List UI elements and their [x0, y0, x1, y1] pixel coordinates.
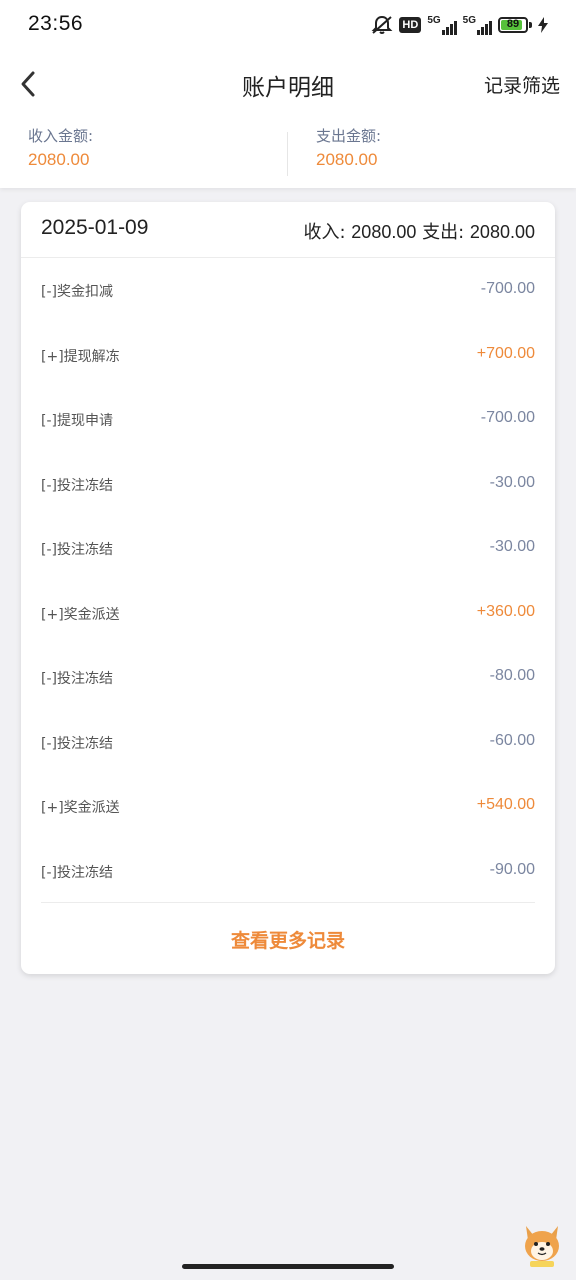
status-time: 23:56	[28, 12, 84, 35]
record-row[interactable]: [-]投注冻结 -30.00	[41, 516, 535, 581]
status-icons: HD 5G 5G 89	[371, 14, 548, 36]
record-amount: -30.00	[489, 473, 535, 491]
record-row[interactable]: [-]投注冻结 -60.00	[41, 710, 535, 775]
more-divider	[41, 902, 535, 903]
record-row[interactable]: [-]投注冻结 -90.00	[41, 839, 535, 904]
day-expense-value: 2080.00	[469, 222, 535, 242]
record-description: [-]提现申请	[41, 413, 113, 429]
record-description: [-]投注冻结	[41, 864, 113, 881]
record-description: [-]奖金扣减	[41, 284, 113, 300]
record-description: [-]投注冻结	[41, 671, 113, 687]
hd-voice-badge: HD	[399, 17, 422, 33]
income-value: 2080.00	[28, 150, 90, 169]
record-row[interactable]: [+]奖金派送 +360.00	[41, 581, 535, 646]
record-row[interactable]: [-]奖金扣减 -700.00	[41, 258, 535, 323]
record-description: [+]奖金派送	[41, 800, 120, 816]
record-amount: -60.00	[489, 731, 535, 749]
day-totals: 收入: 2080.00 支出: 2080.00	[303, 218, 535, 244]
record-amount: -80.00	[489, 667, 535, 684]
record-amount: -700.00	[480, 409, 535, 426]
battery-level: 89	[506, 18, 520, 30]
view-more-records-button[interactable]: 查看更多记录	[21, 926, 555, 953]
record-date: 2025-01-09	[41, 216, 149, 239]
record-list: [-]奖金扣减 -700.00 [+]提现解冻 +700.00 [-]提现申请 …	[41, 258, 535, 903]
expense-summary: 支出金额: 2080.00	[316, 126, 566, 170]
expense-label: 支出金额:	[316, 127, 382, 145]
home-indicator[interactable]	[182, 1264, 394, 1269]
income-summary: 收入金额: 2080.00	[28, 126, 278, 170]
record-description: [-]投注冻结	[41, 735, 113, 752]
record-description: [-]投注冻结	[41, 477, 113, 494]
battery-icon: 89	[498, 17, 528, 33]
record-row[interactable]: [-]提现申请 -700.00	[41, 387, 535, 452]
bell-off-icon	[371, 15, 393, 35]
charging-bolt-icon	[538, 17, 548, 33]
record-amount: +360.00	[476, 602, 535, 620]
record-amount: +700.00	[476, 344, 535, 362]
summary-bar: 收入金额: 2080.00 支出金额: 2080.00	[0, 126, 576, 182]
expense-value: 2080.00	[316, 150, 378, 169]
day-expense-label: 支出:	[422, 222, 465, 243]
record-row[interactable]: [+]提现解冻 +700.00	[41, 323, 535, 388]
card-header: 2025-01-09 收入: 2080.00 支出: 2080.00	[21, 202, 555, 258]
day-income-value: 2080.00	[351, 222, 417, 242]
nav-bar: 账户明细 记录筛选	[0, 56, 576, 112]
record-description: [+]提现解冻	[41, 348, 120, 365]
record-row[interactable]: [+]奖金派送 +540.00	[41, 774, 535, 839]
record-amount: -30.00	[489, 538, 535, 555]
filter-records-button[interactable]: 记录筛选	[484, 71, 560, 98]
status-bar: 23:56 HD 5G 5G 89	[0, 0, 576, 50]
record-row[interactable]: [-]投注冻结 -30.00	[41, 452, 535, 517]
signal-5g-icon-2: 5G	[463, 15, 492, 35]
day-record-card: 2025-01-09 收入: 2080.00 支出: 2080.00 [-]奖金…	[21, 202, 555, 974]
record-description: [-]投注冻结	[41, 542, 113, 558]
day-income-label: 收入:	[303, 222, 346, 243]
record-amount: +540.00	[476, 796, 535, 813]
header-area: 23:56 HD 5G 5G 89 账户明细 记录筛选 收入金额: 2080.0…	[0, 0, 576, 188]
record-amount: -700.00	[480, 280, 535, 297]
summary-divider	[287, 132, 288, 176]
shiba-mascot-icon[interactable]	[518, 1220, 566, 1268]
record-amount: -90.00	[489, 860, 535, 878]
income-label: 收入金额:	[28, 127, 94, 145]
battery-cap	[529, 22, 532, 28]
record-row[interactable]: [-]投注冻结 -80.00	[41, 645, 535, 710]
record-description: [+]奖金派送	[41, 606, 120, 623]
signal-5g-icon: 5G	[427, 15, 457, 35]
